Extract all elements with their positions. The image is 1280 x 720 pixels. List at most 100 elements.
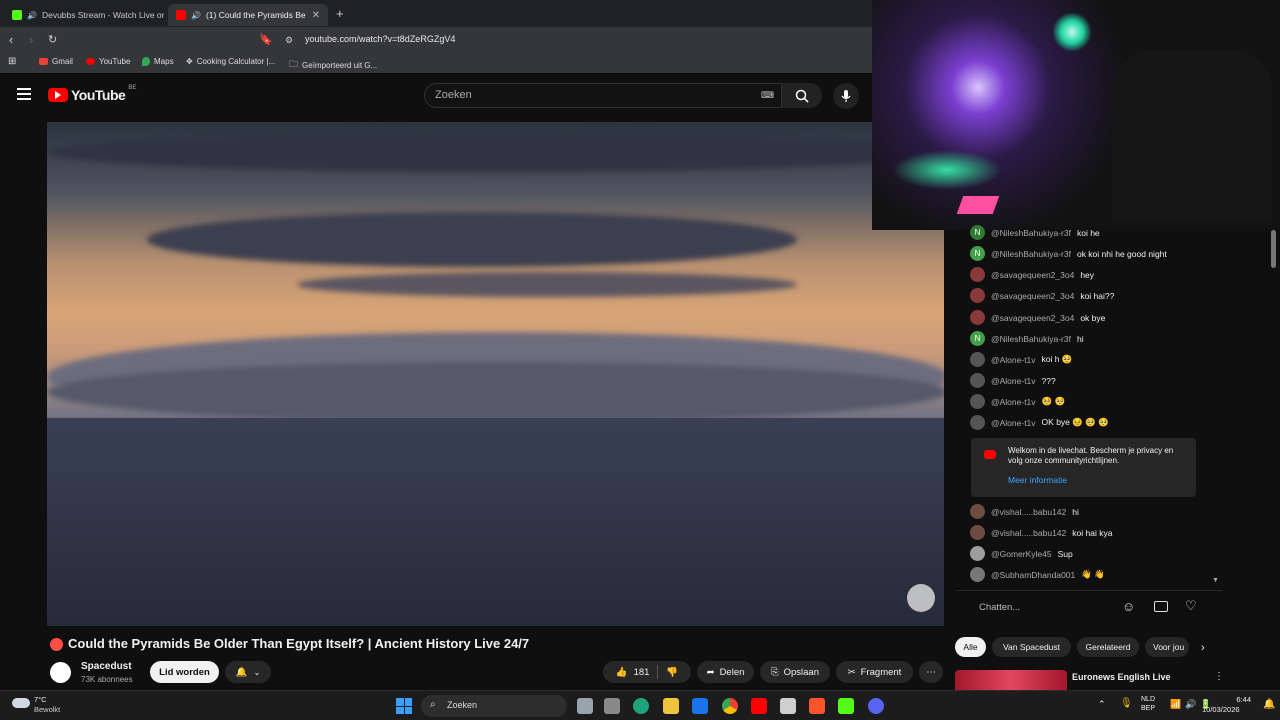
file-explorer-icon[interactable] — [663, 698, 679, 714]
video-player[interactable] — [47, 122, 944, 626]
chip-for-you[interactable]: Voor jou — [1145, 637, 1189, 657]
save-button[interactable]: ⎘ Opslaan — [760, 661, 830, 683]
chat-author[interactable]: @vishal.....babu142 — [991, 528, 1066, 538]
wifi-icon[interactable]: 📶 — [1170, 699, 1181, 710]
chat-author[interactable]: @SubhamDhanda001 — [991, 570, 1075, 580]
youtube-app-icon[interactable] — [751, 698, 767, 714]
chat-author[interactable]: @Alone-t1v — [991, 397, 1036, 407]
bookmark-icon: ⎘ — [771, 666, 779, 678]
thumbs-down-icon[interactable]: 👎 — [666, 667, 678, 678]
chat-author[interactable]: @NileshBahukiya-r3f — [991, 228, 1071, 238]
discord-icon[interactable] — [868, 698, 884, 714]
calculator-icon[interactable] — [780, 698, 796, 714]
forward-icon[interactable]: › — [29, 32, 33, 47]
taskbar-search[interactable]: ⌕ Zoeken — [421, 695, 567, 717]
chat-author[interactable]: @vishal.....babu142 — [991, 507, 1066, 517]
keyboard-icon[interactable]: ⌨ — [761, 90, 774, 101]
tray-chevron-up-icon[interactable]: ⌃ — [1098, 699, 1106, 710]
chip-all[interactable]: Alle — [955, 637, 986, 657]
volume-icon[interactable]: 🔊 — [1185, 699, 1196, 710]
chat-message: @Alone-t1v koi h 🥺 — [970, 352, 1072, 367]
outlook-icon[interactable] — [692, 698, 708, 714]
chat-author[interactable]: @NileshBahukiya-r3f — [991, 334, 1071, 344]
notifications-button[interactable]: 🔔 ⌄ — [225, 661, 271, 683]
more-vert-icon[interactable]: ⋮ — [1214, 671, 1224, 682]
chat-author[interactable]: @Alone-t1v — [991, 376, 1036, 386]
clip-button[interactable]: ✂ Fragment — [836, 661, 913, 683]
emoji-icon[interactable]: ☺ — [1122, 599, 1135, 614]
heart-icon[interactable]: ♡ — [1185, 598, 1197, 614]
chat-text: ??? — [1041, 375, 1056, 386]
chat-input[interactable]: Chatten... — [979, 602, 1020, 613]
youtube-logo[interactable]: YouTube BE — [48, 85, 136, 103]
recommended-thumbnail[interactable] — [955, 670, 1067, 690]
channel-name[interactable]: Spacedust — [81, 661, 132, 672]
notification-bell-icon[interactable]: 🔔 — [1263, 699, 1275, 710]
bookmark-youtube[interactable]: YouTube — [86, 57, 130, 66]
chat-author[interactable]: @NileshBahukiya-r3f — [991, 249, 1071, 259]
kick-app-icon[interactable] — [838, 698, 854, 714]
bookmark-imported-folder[interactable]: 🗀 Geïmporteerd uit G... — [289, 57, 377, 73]
more-info-link[interactable]: Meer informatie — [1008, 475, 1067, 485]
hamburger-menu-icon[interactable] — [17, 88, 31, 100]
url-field[interactable]: youtube.com/watch?v=t8dZeRGZgV4 — [305, 34, 455, 44]
chat-author[interactable]: @Alone-t1v — [991, 355, 1036, 365]
like-button[interactable]: 👍 181 — [616, 667, 650, 678]
chat-author[interactable]: @savagequeen2_3o4 — [991, 270, 1074, 280]
site-info-icon[interactable]: ⚙ — [285, 35, 293, 46]
store-icon[interactable] — [604, 698, 620, 714]
chat-author[interactable]: @GomerKyle45 — [991, 549, 1052, 559]
chat-text: ok koi nhi he good night — [1076, 248, 1167, 259]
channel-avatar[interactable] — [50, 662, 71, 683]
task-view-icon[interactable] — [577, 698, 593, 714]
weather-temp[interactable]: 7°C — [34, 695, 47, 704]
chat-scrollbar[interactable] — [1271, 230, 1276, 268]
apps-grid-icon[interactable]: ⊞ — [8, 56, 16, 67]
edge-icon[interactable] — [633, 698, 649, 714]
clock-date[interactable]: 10/03/2026 — [1202, 705, 1240, 714]
windows-start-icon[interactable] — [396, 698, 412, 714]
reload-icon[interactable]: ↻ — [48, 33, 57, 46]
clock-time[interactable]: 6:44 — [1224, 695, 1251, 704]
scroll-down-icon[interactable]: ▼ — [1212, 577, 1219, 584]
chat-author[interactable]: @savagequeen2_3o4 — [991, 313, 1074, 323]
microphone-tray-icon[interactable]: 🎙 — [1120, 698, 1133, 709]
tab-youtube-active[interactable]: 🔊 (1) Could the Pyramids Be ✕ — [168, 4, 328, 26]
bookmark-cooking-calculator[interactable]: ✥ Cooking Calculator |... — [186, 57, 275, 66]
new-tab-icon[interactable]: + — [336, 6, 344, 21]
chip-related[interactable]: Gerelateerd — [1077, 637, 1139, 657]
tab-devubbs[interactable]: 🔊 Devubbs Stream - Watch Live on — [4, 4, 164, 26]
share-button[interactable]: ➦ Delen — [697, 661, 754, 683]
bookmark-icon[interactable]: 🔖 — [259, 33, 273, 46]
youtube-play-logo-icon — [48, 88, 68, 102]
chip-from-channel[interactable]: Van Spacedust — [992, 637, 1071, 657]
avatar — [970, 352, 985, 367]
join-button[interactable]: Lid worden — [150, 661, 219, 683]
avatar — [970, 288, 985, 303]
chat-text: hi — [1072, 506, 1079, 517]
chat-message: @savagequeen2_3o4 hey — [970, 267, 1094, 282]
like-count: 181 — [633, 666, 650, 678]
chat-author[interactable]: @Alone-t1v — [991, 418, 1036, 428]
brave-icon[interactable] — [809, 698, 825, 714]
bookmark-label: Geïmporteerd uit G... — [302, 60, 378, 70]
close-tab-icon[interactable]: ✕ — [312, 10, 320, 21]
search-input[interactable]: Zoeken — [424, 83, 782, 108]
weather-desc[interactable]: Bewolkt — [34, 705, 60, 714]
avatar — [970, 567, 985, 582]
bookmark-maps[interactable]: Maps — [142, 57, 174, 66]
channel-watermark-icon[interactable] — [907, 584, 935, 612]
chat-input-row: Chatten... ☺ ♡ — [956, 590, 1222, 626]
voice-search-button[interactable] — [833, 83, 859, 109]
super-chat-icon[interactable] — [1154, 601, 1168, 612]
back-icon[interactable]: ‹ — [9, 32, 13, 47]
recommended-title[interactable]: Euronews English Live — [1072, 672, 1171, 682]
chat-author[interactable]: @savagequeen2_3o4 — [991, 291, 1074, 301]
search-button[interactable] — [782, 83, 822, 108]
bookmark-gmail[interactable]: Gmail — [39, 57, 73, 66]
chrome-icon[interactable] — [722, 698, 738, 714]
more-actions-button[interactable]: ⋯ — [919, 661, 943, 683]
language-indicator[interactable]: NLD BEP — [1141, 695, 1155, 713]
clip-label: Fragment — [860, 666, 902, 678]
chevron-right-icon[interactable]: › — [1201, 642, 1205, 654]
